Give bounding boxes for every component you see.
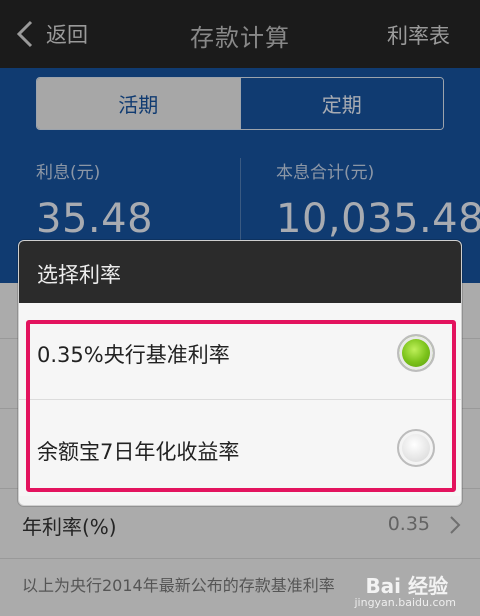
- dialog-title: 选择利率: [37, 263, 121, 287]
- highlight-box: [26, 320, 456, 492]
- watermark-url: jingyan.baidu.com: [354, 596, 456, 609]
- dialog-header: 选择利率: [19, 241, 461, 303]
- watermark-text: Bai 经验: [365, 574, 448, 598]
- watermark: Bai 经验 jingyan.baidu.com: [340, 566, 470, 612]
